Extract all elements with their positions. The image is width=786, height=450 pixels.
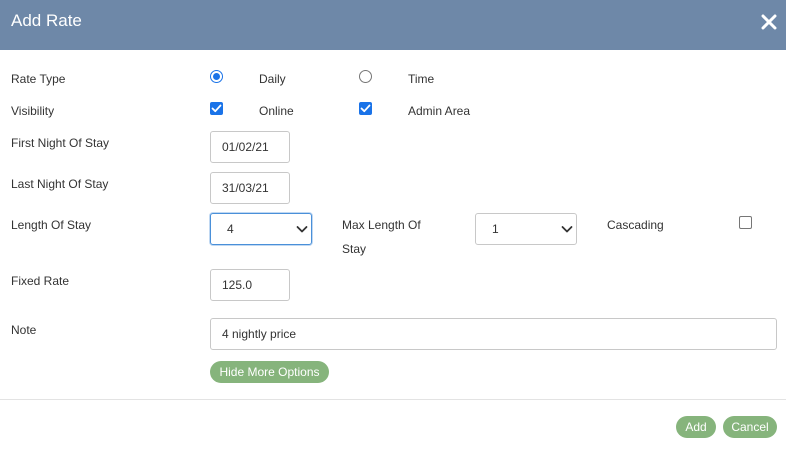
cascading-checkbox[interactable] (739, 216, 752, 229)
max-length-of-stay-label-line1: Max Length Of (342, 218, 421, 232)
dialog-header: Add Rate (0, 0, 786, 50)
note-input[interactable]: 4 nightly price (210, 318, 777, 350)
footer-divider (0, 399, 786, 400)
add-button[interactable]: Add (676, 416, 716, 438)
length-of-stay-value: 4 (227, 222, 234, 236)
last-night-input[interactable]: 31/03/21 (210, 172, 290, 204)
visibility-admin-area-checkbox[interactable] (359, 102, 372, 115)
rate-type-label: Rate Type (11, 72, 66, 86)
first-night-label: First Night Of Stay (11, 136, 110, 150)
visibility-online-checkbox[interactable] (210, 102, 223, 115)
rate-type-daily-radio[interactable] (210, 70, 223, 83)
fixed-rate-input[interactable]: 125.0 (210, 269, 290, 301)
chevron-down-icon (561, 226, 573, 233)
chevron-down-icon (296, 226, 308, 233)
visibility-admin-area-label: Admin Area (408, 104, 471, 118)
visibility-online-label: Online (259, 104, 294, 118)
first-night-input[interactable]: 01/02/21 (210, 131, 290, 163)
fixed-rate-label: Fixed Rate (11, 274, 70, 288)
cascading-label: Cascading (607, 218, 664, 232)
visibility-label: Visibility (11, 104, 55, 118)
close-icon[interactable] (760, 13, 778, 31)
last-night-label: Last Night Of Stay (11, 177, 109, 191)
max-length-of-stay-label-line2: Stay (342, 242, 367, 256)
rate-type-daily-label: Daily (259, 72, 286, 86)
max-length-of-stay-select[interactable]: 1 (475, 213, 577, 245)
rate-type-time-label: Time (408, 72, 435, 86)
rate-type-time-radio[interactable] (359, 70, 372, 83)
length-of-stay-label: Length Of Stay (11, 218, 92, 232)
note-label: Note (11, 323, 37, 337)
hide-more-options-button[interactable]: Hide More Options (210, 361, 329, 383)
dialog-title: Add Rate (11, 11, 82, 30)
max-length-of-stay-value: 1 (492, 222, 499, 236)
length-of-stay-select[interactable]: 4 (210, 213, 312, 245)
cancel-button[interactable]: Cancel (723, 416, 777, 438)
